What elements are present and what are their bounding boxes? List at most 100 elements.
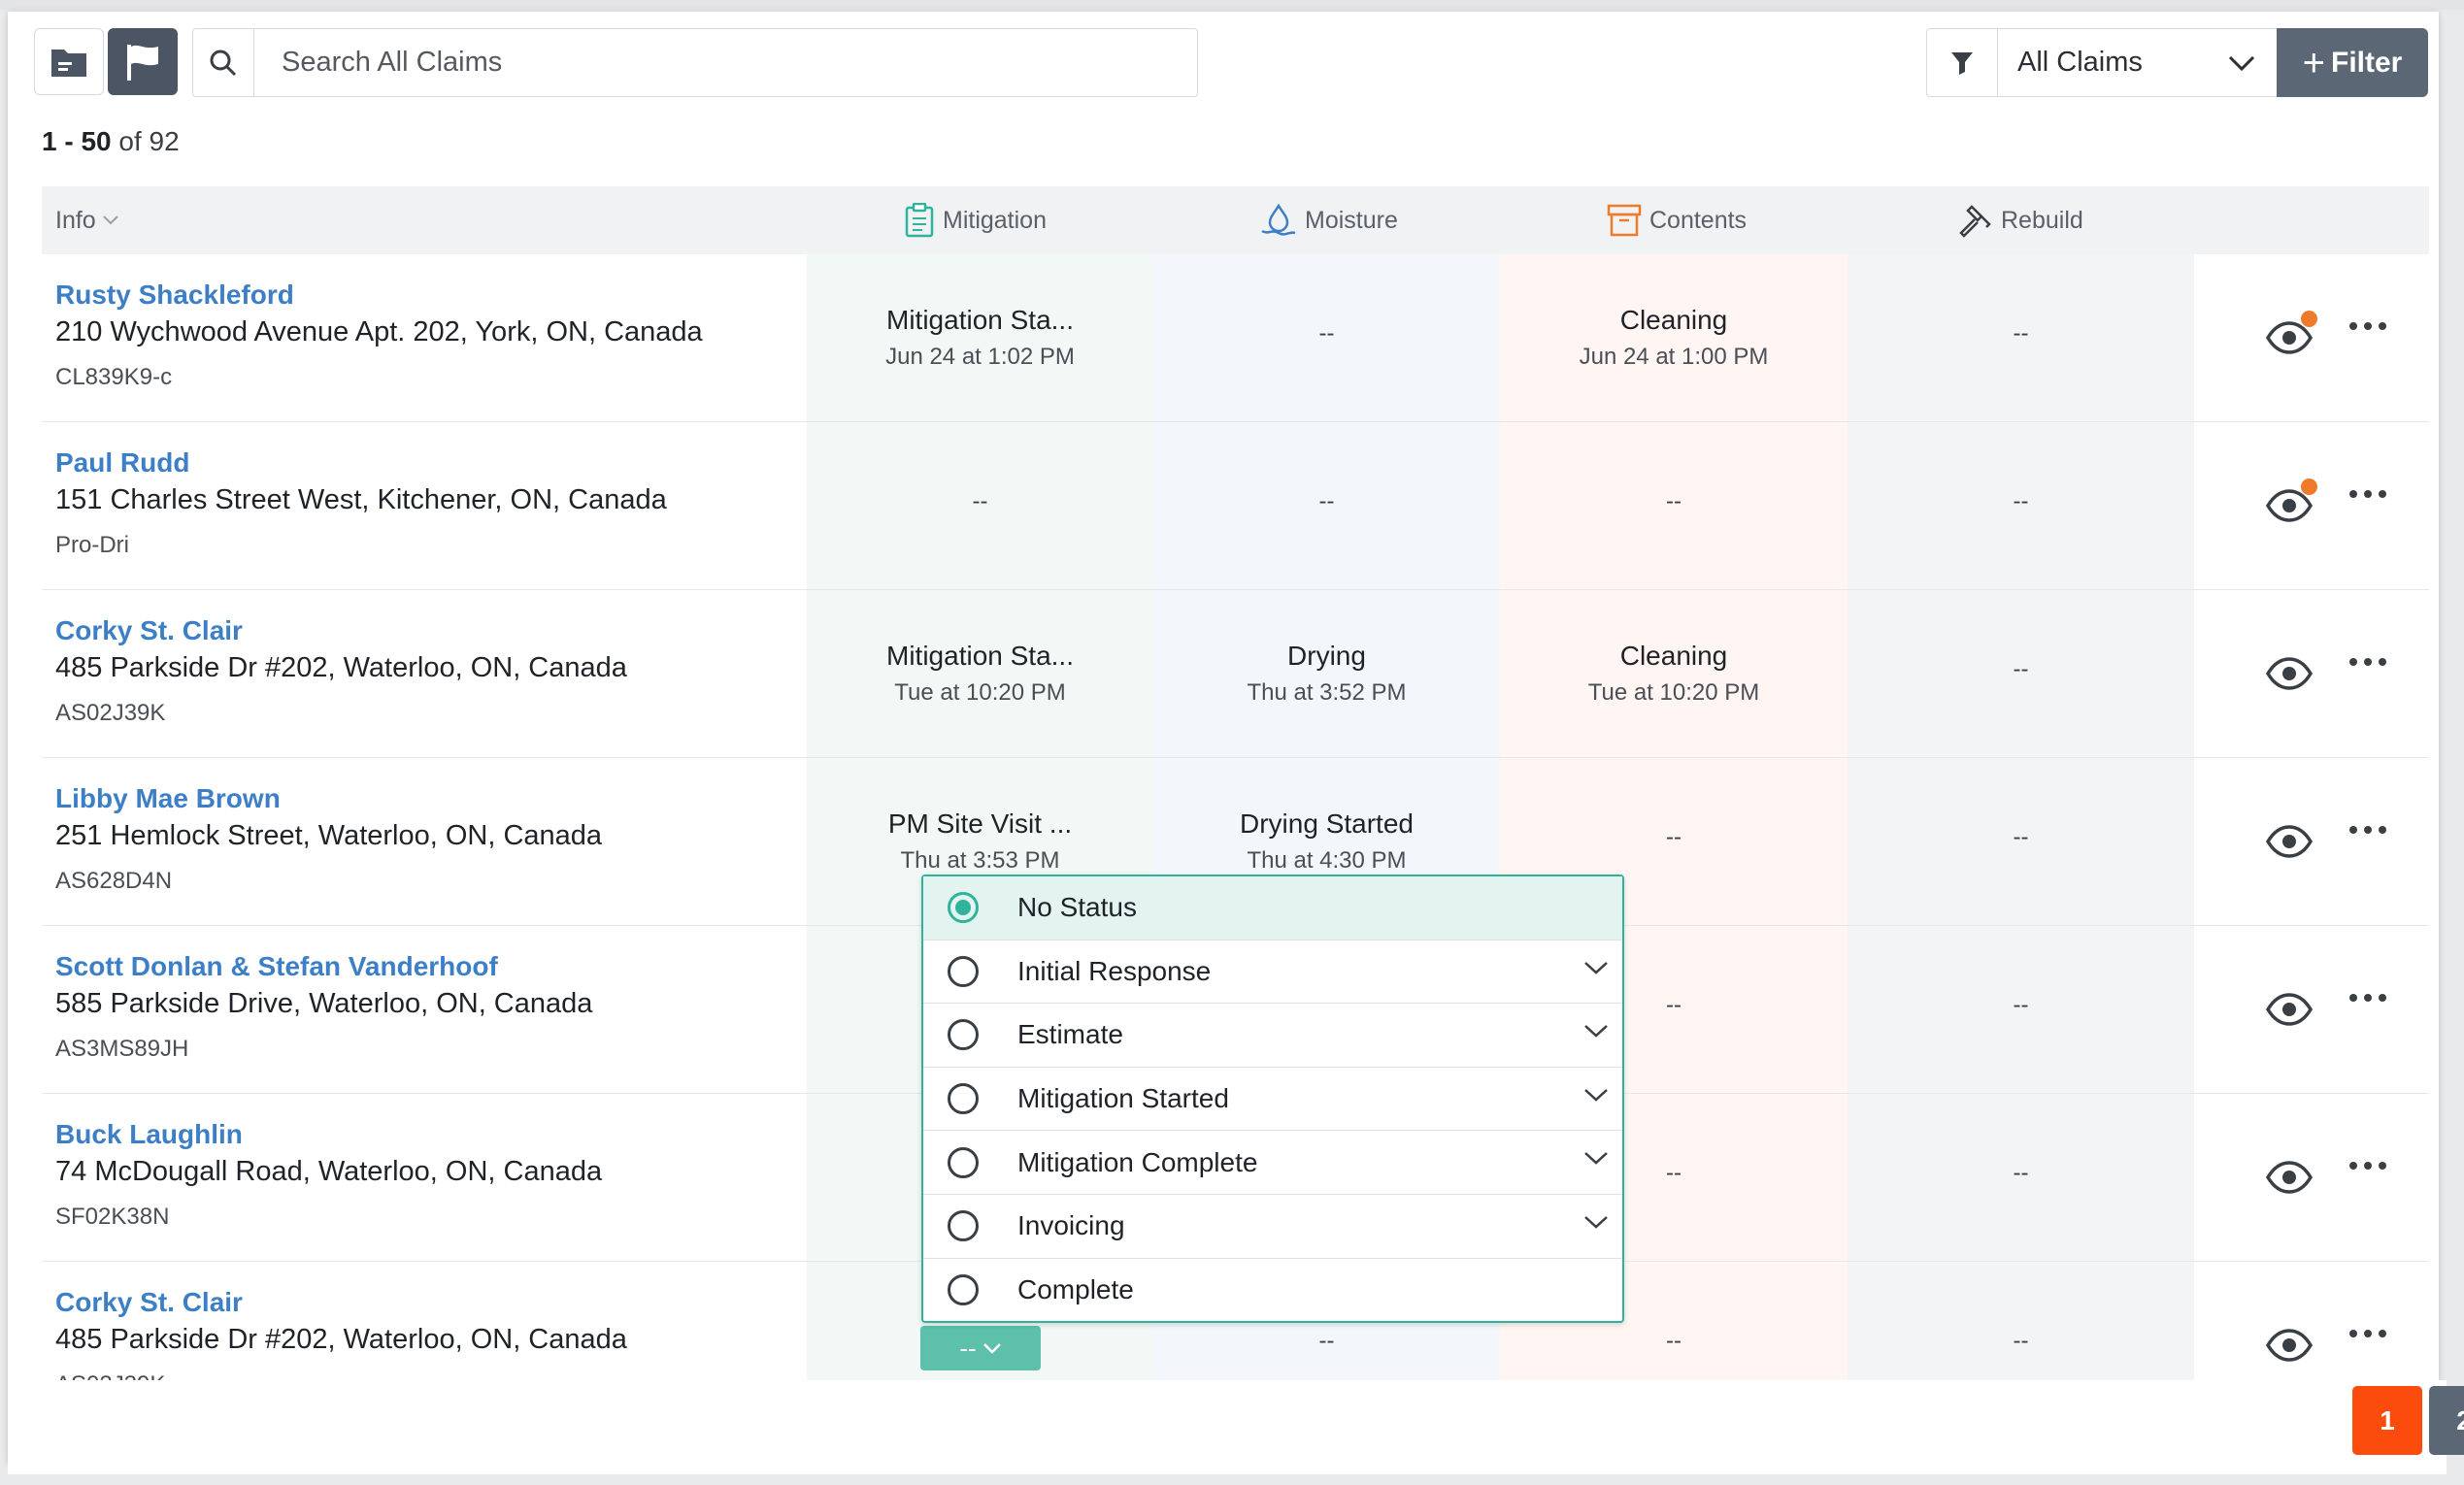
dot-icon: [2349, 322, 2357, 330]
chevron-down-icon: [2228, 54, 2255, 72]
search-box[interactable]: Search All Claims: [192, 28, 1198, 97]
more-options-button[interactable]: [2349, 1330, 2386, 1337]
mitigation-cell[interactable]: Mitigation Sta... Jun 24 at 1:02 PM: [807, 254, 1153, 421]
rebuild-cell[interactable]: --: [1848, 1094, 2194, 1261]
rebuild-status: --: [2013, 1160, 2029, 1186]
radio-button[interactable]: [948, 1210, 979, 1242]
more-options-button[interactable]: [2349, 826, 2386, 834]
chevron-down-icon[interactable]: [1583, 1150, 1609, 1171]
status-option[interactable]: No Status: [923, 876, 1622, 940]
status-option-label: Initial Response: [1017, 955, 1212, 986]
dot-icon: [2349, 994, 2357, 1002]
contents-cell[interactable]: Cleaning Jun 24 at 1:00 PM: [1500, 254, 1848, 421]
status-option[interactable]: Complete: [923, 1259, 1622, 1323]
column-contents-header: Contents: [1607, 186, 1747, 254]
view-button[interactable]: [2265, 988, 2314, 1031]
claim-id: Pro-Dri: [55, 532, 129, 558]
status-option-label: No Status: [1017, 892, 1137, 923]
rebuild-cell[interactable]: --: [1848, 422, 2194, 589]
claims-filter-select[interactable]: All Claims: [1926, 28, 2278, 97]
status-option[interactable]: Estimate: [923, 1004, 1622, 1068]
contents-cell[interactable]: --: [1500, 422, 1848, 589]
claim-name-link[interactable]: Buck Laughlin: [55, 1119, 602, 1150]
claim-name-link[interactable]: Corky St. Clair: [55, 1287, 627, 1318]
status-option[interactable]: Mitigation Complete: [923, 1131, 1622, 1195]
status-dropdown: No Status Initial Response Estimate Mitigat…: [921, 874, 1624, 1323]
chevron-down-icon[interactable]: [1583, 1087, 1609, 1107]
rebuild-cell[interactable]: --: [1848, 758, 2194, 925]
moisture-cell[interactable]: --: [1153, 254, 1500, 421]
moisture-cell[interactable]: --: [1153, 422, 1500, 589]
radio-button[interactable]: [948, 1274, 979, 1306]
dot-icon: [2379, 1162, 2386, 1170]
contents-status: --: [1666, 992, 1682, 1018]
view-button[interactable]: [2265, 820, 2314, 863]
claim-name-link[interactable]: Scott Donlan & Stefan Vanderhoof: [55, 951, 592, 982]
radio-button[interactable]: [948, 955, 979, 987]
add-filter-button[interactable]: + Filter: [2277, 28, 2428, 97]
view-button[interactable]: [2265, 652, 2314, 695]
flag-view-button[interactable]: [108, 28, 178, 95]
rebuild-status: --: [2013, 488, 2029, 514]
status-option[interactable]: Invoicing: [923, 1195, 1622, 1259]
view-button[interactable]: [2265, 1156, 2314, 1199]
dot-icon: [2364, 994, 2372, 1002]
mitigation-cell[interactable]: --: [807, 422, 1153, 589]
page-button[interactable]: 2: [2429, 1386, 2464, 1455]
moisture-status: --: [1318, 1328, 1335, 1354]
radio-button[interactable]: [948, 1083, 979, 1115]
folder-view-button[interactable]: [34, 28, 104, 95]
more-options-button[interactable]: [2349, 994, 2386, 1002]
rebuild-cell[interactable]: --: [1848, 590, 2194, 757]
status-option[interactable]: Mitigation Started: [923, 1068, 1622, 1132]
moisture-date: Thu at 3:52 PM: [1247, 679, 1407, 706]
more-options-button[interactable]: [2349, 490, 2386, 498]
chevron-down-icon[interactable]: [1583, 1023, 1609, 1043]
page-button[interactable]: 1: [2352, 1386, 2422, 1455]
eye-icon: [2265, 993, 2314, 1026]
chevron-down-icon[interactable]: [1583, 1214, 1609, 1235]
column-info-header[interactable]: Info: [55, 186, 127, 254]
claim-name-link[interactable]: Paul Rudd: [55, 447, 667, 478]
table-header: Info Mitigation Moisture Contents Rebuil…: [42, 186, 2429, 254]
radio-button[interactable]: [948, 1019, 979, 1051]
more-options-button[interactable]: [2349, 322, 2386, 330]
radio-button[interactable]: [948, 892, 979, 924]
claim-info: Rusty Shackleford 210 Wychwood Avenue Apt…: [55, 280, 703, 391]
view-button[interactable]: [2265, 311, 2317, 359]
contents-status: --: [1666, 488, 1682, 514]
claim-info: Corky St. Clair 485 Parkside Dr #202, Wat…: [55, 615, 627, 727]
rebuild-cell[interactable]: --: [1848, 254, 2194, 421]
mitigation-status-trigger[interactable]: --: [920, 1326, 1041, 1370]
more-options-button[interactable]: [2349, 658, 2386, 666]
claim-id: AS02J39K: [55, 700, 166, 726]
claim-address: 251 Hemlock Street, Waterloo, ON, Canada: [55, 820, 603, 851]
table-row[interactable]: -- -- -- -- Paul Rudd 151 Charles Street West…: [42, 422, 2429, 590]
contents-status: --: [1666, 1160, 1682, 1186]
claim-name-link[interactable]: Rusty Shackleford: [55, 280, 703, 311]
view-button[interactable]: [2265, 1324, 2314, 1367]
claim-id: AS628D4N: [55, 868, 173, 894]
contents-cell[interactable]: Cleaning Tue at 10:20 PM: [1500, 590, 1848, 757]
rebuild-cell[interactable]: --: [1848, 926, 2194, 1093]
table-row[interactable]: Mitigation Sta... Tue at 10:20 PM Drying Th…: [42, 590, 2429, 758]
radio-button[interactable]: [948, 1146, 979, 1178]
status-option[interactable]: Initial Response: [923, 940, 1622, 1005]
claim-name-link[interactable]: Corky St. Clair: [55, 615, 627, 646]
more-options-button[interactable]: [2349, 1162, 2386, 1170]
dot-icon: [2364, 826, 2372, 834]
search-icon: [193, 29, 254, 96]
chevron-down-icon[interactable]: [1583, 960, 1609, 980]
dot-icon: [2379, 490, 2386, 498]
view-button[interactable]: [2265, 478, 2317, 527]
table-row[interactable]: Mitigation Sta... Jun 24 at 1:02 PM -- Clea…: [42, 254, 2429, 422]
dot-icon: [2379, 994, 2386, 1002]
rebuild-status: --: [2013, 1328, 2029, 1354]
mitigation-cell[interactable]: Mitigation Sta... Tue at 10:20 PM: [807, 590, 1153, 757]
status-option-label: Mitigation Started: [1017, 1083, 1229, 1114]
claim-info: Buck Laughlin 74 McDougall Road, Waterloo…: [55, 1119, 602, 1231]
claim-name-link[interactable]: Libby Mae Brown: [55, 783, 602, 814]
moisture-cell[interactable]: Drying Thu at 3:52 PM: [1153, 590, 1500, 757]
dot-icon: [2349, 826, 2357, 834]
search-placeholder: Search All Claims: [282, 47, 503, 78]
